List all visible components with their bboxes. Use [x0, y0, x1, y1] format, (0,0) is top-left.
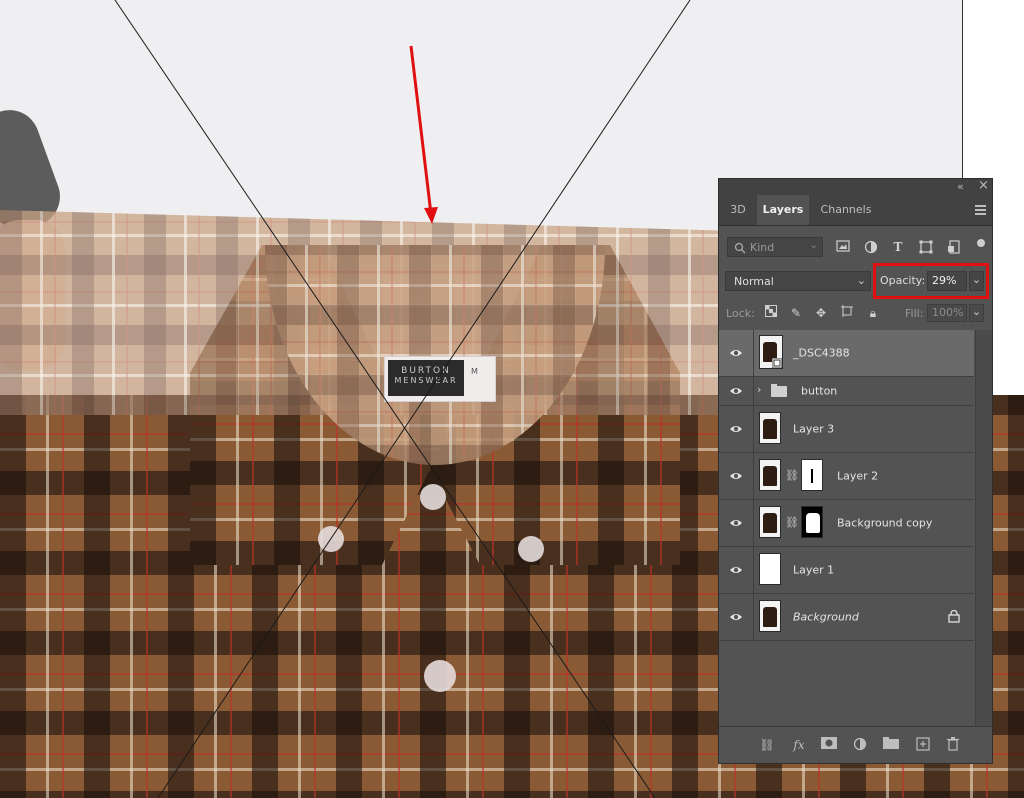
mask-shape	[806, 513, 820, 533]
adjustment-filter-icon[interactable]	[864, 240, 878, 254]
layer-thumbnail	[759, 600, 781, 632]
opacity-input[interactable]: 29%	[927, 271, 967, 291]
layer-name[interactable]: Background	[793, 611, 859, 624]
link-layers-icon[interactable]: ⛓︎	[759, 737, 775, 753]
lock-all-icon[interactable]: 🔒︎	[865, 305, 881, 321]
new-layer-icon[interactable]	[915, 737, 931, 753]
lock-icon	[948, 609, 960, 626]
link-icon[interactable]: ⛓︎	[785, 516, 799, 529]
row-divider	[753, 377, 754, 405]
row-divider	[753, 594, 754, 640]
layer-mask-thumbnail[interactable]	[801, 506, 823, 538]
shape-filter-icon[interactable]	[919, 240, 933, 254]
arrow-head-icon	[424, 207, 438, 224]
opacity-label: Opacity:	[880, 274, 926, 287]
layer-name[interactable]: _DSC4388	[793, 347, 850, 360]
layer-name[interactable]: Layer 1	[793, 564, 834, 577]
filter-kind-label: Kind	[750, 241, 775, 254]
lock-position-icon[interactable]: ✥	[813, 305, 829, 321]
row-divider	[753, 500, 754, 546]
eye-icon[interactable]	[729, 384, 743, 398]
layer-mask-thumbnail[interactable]	[801, 459, 823, 491]
lock-image-pixels-icon[interactable]: ✎	[788, 305, 804, 321]
thumbnail-image	[763, 607, 777, 627]
thumbnail-image	[763, 419, 777, 439]
adjustment-layer-icon[interactable]	[852, 737, 868, 753]
panel-bottom-toolbar: ⛓︎ fx	[719, 726, 992, 763]
row-divider	[753, 453, 754, 499]
fill-dropdown-button[interactable]: ⌄	[969, 304, 984, 322]
thumbnail-image	[763, 513, 777, 533]
eye-icon[interactable]	[729, 346, 743, 360]
eye-icon[interactable]	[729, 469, 743, 483]
layer-thumbnail	[759, 459, 781, 491]
pixel-filter-icon[interactable]	[836, 240, 850, 254]
panel-tabs: 3D Layers Channels	[719, 195, 992, 226]
row-divider	[753, 547, 754, 593]
eye-icon[interactable]	[729, 516, 743, 530]
layer-name[interactable]: Layer 2	[837, 470, 878, 483]
layer-row-background-copy[interactable]: ⛓︎ Background copy	[719, 500, 974, 547]
layer-row-layer-3[interactable]: Layer 3	[719, 406, 974, 453]
smart-object-filter-icon[interactable]	[947, 240, 961, 254]
layer-name[interactable]: button	[801, 385, 837, 398]
fill-label: Fill:	[905, 307, 924, 320]
trash-icon[interactable]	[945, 737, 961, 753]
layer-row-dsc4388[interactable]: _DSC4388	[719, 330, 974, 377]
panel-title-bar[interactable]: « ×	[719, 179, 992, 195]
layer-thumbnail	[759, 412, 781, 444]
row-divider	[753, 406, 754, 452]
fx-icon[interactable]: fx	[791, 737, 807, 753]
layer-name[interactable]: Background copy	[837, 517, 932, 530]
type-filter-icon[interactable]: T	[891, 240, 905, 254]
chevron-down-icon: ⌄	[809, 240, 818, 251]
layer-row-layer-1[interactable]: Layer 1	[719, 547, 974, 594]
layer-name[interactable]: Layer 3	[793, 423, 834, 436]
tab-layers[interactable]: Layers	[757, 195, 809, 225]
folder-icon[interactable]	[883, 737, 899, 753]
smart-object-badge-icon	[772, 358, 782, 368]
row-divider	[753, 330, 754, 376]
blend-mode-value: Normal	[734, 275, 774, 288]
blend-mode-select[interactable]: Normal ⌄	[725, 271, 871, 291]
arrow-shaft	[409, 45, 433, 215]
tab-channels[interactable]: Channels	[811, 195, 881, 225]
fill-input[interactable]: 100%	[927, 304, 967, 322]
lock-artboard-icon[interactable]	[839, 305, 855, 321]
chevron-down-icon: ⌄	[856, 274, 866, 287]
collapse-icon[interactable]: «	[957, 180, 964, 194]
link-icon[interactable]: ⛓︎	[785, 469, 799, 482]
layer-thumbnail	[759, 506, 781, 538]
mask-stroke	[811, 469, 813, 483]
add-mask-icon[interactable]	[821, 737, 837, 753]
lock-label: Lock:	[726, 307, 755, 320]
layer-thumbnail	[759, 553, 781, 585]
search-icon	[734, 242, 746, 254]
diagonal-guide-2	[157, 0, 691, 798]
thumbnail-image	[763, 466, 777, 486]
filter-toggle-icon[interactable]	[977, 239, 985, 247]
layers-list: _DSC4388 › button Layer 3 ⛓︎ Layer 2 ⛓︎ …	[719, 330, 974, 641]
folder-icon	[771, 384, 787, 397]
chevron-right-icon[interactable]: ›	[757, 383, 761, 396]
eye-icon[interactable]	[729, 563, 743, 577]
layers-panel: « × 3D Layers Channels Kind ⌄ T Normal ⌄…	[718, 178, 993, 764]
tab-3d[interactable]: 3D	[719, 195, 757, 225]
diagonal-guide-1	[114, 0, 656, 798]
lock-transparent-pixels-icon[interactable]	[763, 305, 779, 321]
layer-thumbnail	[759, 335, 783, 369]
eye-icon[interactable]	[729, 422, 743, 436]
layers-scrollbar[interactable]	[975, 330, 992, 728]
layer-row-background[interactable]: Background	[719, 594, 974, 641]
panel-menu-icon[interactable]	[975, 205, 986, 217]
layer-row-layer-2[interactable]: ⛓︎ Layer 2	[719, 453, 974, 500]
close-icon[interactable]: ×	[978, 179, 989, 193]
layer-row-button-group[interactable]: › button	[719, 377, 974, 406]
filter-kind-select[interactable]: Kind ⌄	[727, 237, 823, 257]
eye-icon[interactable]	[729, 610, 743, 624]
opacity-dropdown-button[interactable]: ⌄	[969, 271, 984, 291]
